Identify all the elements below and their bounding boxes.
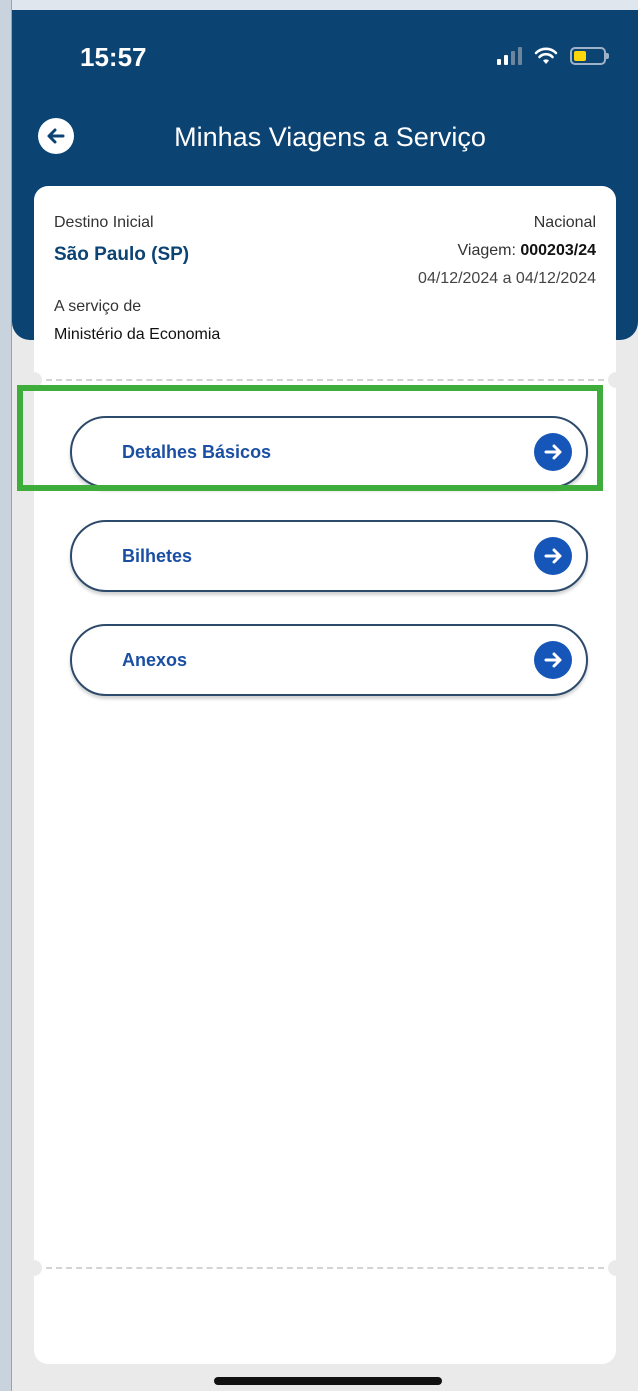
card-divider — [46, 379, 604, 381]
trip-dates: 04/12/2024 a 04/12/2024 — [418, 270, 596, 287]
trip-number: 000203/24 — [520, 242, 596, 259]
service-label: A serviço de — [54, 298, 142, 315]
menu-item-anexos[interactable]: Anexos — [70, 624, 588, 696]
menu-item-label: Bilhetes — [122, 545, 193, 566]
menu-item-bilhetes[interactable]: Bilhetes — [70, 520, 588, 592]
trip-label: Viagem: — [457, 242, 521, 259]
arrow-right-icon — [534, 433, 572, 471]
home-indicator — [214, 1377, 442, 1385]
service-value: Ministério da Economia — [54, 326, 221, 343]
arrow-right-icon — [534, 641, 572, 679]
card-notch-left-bottom — [26, 1260, 42, 1276]
phone-screen: 15:57 Minhas Viagens a Serviço Destino I… — [12, 10, 638, 1391]
trip-number-line: Viagem: 000203/24 — [458, 242, 597, 260]
trip-card: Destino Inicial São Paulo (SP) Nacional … — [26, 186, 624, 1364]
status-time: 15:57 — [80, 42, 147, 72]
card-divider-bottom — [46, 1267, 604, 1269]
menu-item-detalhes-basicos[interactable]: Detalhes Básicos — [70, 416, 588, 488]
wifi-icon — [534, 47, 558, 64]
menu-item-label: Detalhes Básicos — [122, 441, 272, 462]
trip-scope: Nacional — [533, 214, 596, 231]
destination-value: São Paulo (SP) — [54, 244, 190, 265]
card-notch-right-bottom — [608, 1260, 624, 1276]
battery-icon — [570, 47, 609, 65]
arrow-right-icon — [534, 537, 572, 575]
signal-icon — [497, 47, 522, 65]
background-strip — [0, 0, 12, 1391]
destination-label: Destino Inicial — [54, 214, 154, 231]
menu-item-label: Anexos — [122, 649, 188, 670]
card-notch-right — [608, 372, 624, 388]
trip-info: Destino Inicial São Paulo (SP) Nacional … — [34, 186, 596, 356]
card-notch-left — [26, 372, 42, 388]
page-title: Minhas Viagens a Serviço — [174, 122, 486, 152]
status-icons — [497, 46, 609, 66]
